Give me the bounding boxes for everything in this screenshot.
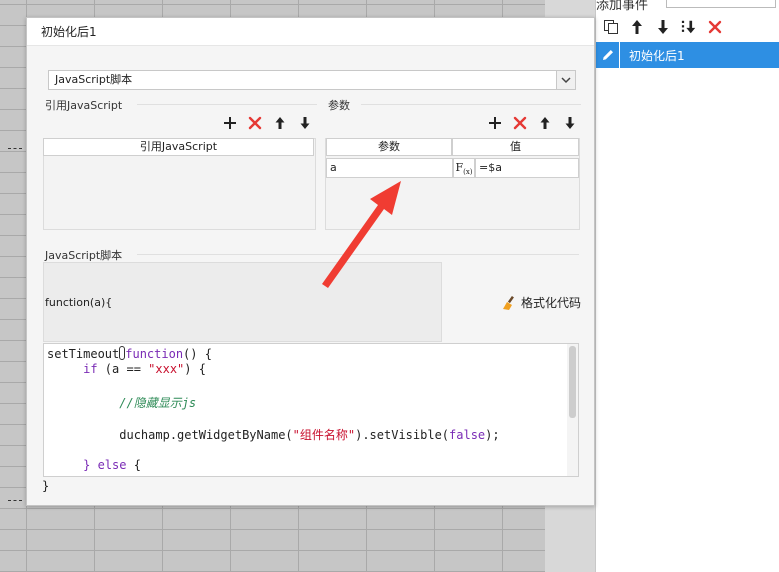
divider <box>137 104 317 105</box>
format-code-button[interactable]: 格式化代码 <box>501 294 581 311</box>
code-token: if <box>83 362 98 376</box>
param-name-cell[interactable]: a <box>326 158 453 178</box>
add-event-dropdown[interactable] <box>666 0 776 8</box>
code-token: ).setVisible( <box>355 428 450 442</box>
scrollbar-thumb[interactable] <box>569 346 576 418</box>
pencil-icon[interactable] <box>596 42 620 68</box>
delete-icon[interactable] <box>512 115 528 131</box>
code-editor[interactable]: setTimeout function() { if (a == "xxx") {… <box>43 343 579 477</box>
chevron-down-icon[interactable] <box>556 71 575 89</box>
events-panel-title: 添加事件 <box>596 0 649 12</box>
add-icon[interactable] <box>222 115 238 131</box>
ref-js-toolbar <box>222 115 313 131</box>
param-value-cell[interactable]: =$a <box>475 158 579 178</box>
function-closing-brace: } <box>42 479 50 493</box>
events-toolbar <box>596 12 779 42</box>
value-column-header: 值 <box>452 138 579 156</box>
code-token: duchamp.getWidgetByName( <box>47 428 293 442</box>
code-line: setTimeout function() { <box>47 346 212 361</box>
code-token: ) { <box>184 362 206 376</box>
function-signature: function(a){ <box>45 296 113 309</box>
code-token: setTimeout <box>47 347 120 361</box>
move-up-icon[interactable] <box>629 18 645 36</box>
code-token: false <box>449 428 486 442</box>
copy-icon[interactable] <box>603 18 619 36</box>
ref-js-section-label: 引用JavaScript <box>45 99 123 112</box>
code-line: } else { <box>47 458 141 472</box>
add-icon[interactable] <box>487 115 503 131</box>
code-token: (a == <box>97 362 149 376</box>
code-token: } else <box>83 458 127 472</box>
code-token: function <box>125 347 184 361</box>
code-token: ); <box>485 428 500 442</box>
script-type-value: JavaScript脚本 <box>55 73 133 86</box>
move-up-icon[interactable] <box>537 115 553 131</box>
script-type-select[interactable]: JavaScript脚本 <box>48 70 576 90</box>
format-code-label: 格式化代码 <box>521 296 582 310</box>
code-token: { <box>126 458 141 472</box>
script-section-label: JavaScript脚本 <box>45 249 123 262</box>
event-item-label: 初始化后1 <box>629 48 685 63</box>
params-toolbar <box>487 115 578 131</box>
divider <box>137 254 579 255</box>
move-to-bottom-icon[interactable] <box>681 18 697 36</box>
delete-icon[interactable] <box>707 18 723 36</box>
page-break-marker <box>8 148 22 149</box>
page-break-marker <box>8 500 22 501</box>
code-line: //隐藏显示js <box>47 394 196 411</box>
events-panel-header: 添加事件 <box>596 0 779 12</box>
broom-icon <box>503 295 514 310</box>
code-token: "xxx" <box>148 362 185 376</box>
formula-icon[interactable]: F(x) <box>453 158 475 178</box>
function-signature-box: function(a){ <box>43 262 442 342</box>
code-token: () { <box>183 347 212 361</box>
move-up-icon[interactable] <box>272 115 288 131</box>
move-down-icon[interactable] <box>562 115 578 131</box>
move-down-icon[interactable] <box>297 115 313 131</box>
divider <box>361 104 581 105</box>
delete-icon[interactable] <box>247 115 263 131</box>
dialog-title: 初始化后1 <box>27 18 594 46</box>
move-down-icon[interactable] <box>655 18 671 36</box>
code-token: //隐藏显示js <box>119 396 197 410</box>
event-editor-dialog: 初始化后1 JavaScript脚本 引用JavaScript 引用JavaSc… <box>26 17 595 506</box>
event-list-item[interactable]: 初始化后1 <box>596 42 779 68</box>
code-scrollbar[interactable] <box>567 344 578 476</box>
code-line: if (a == "xxx") { <box>47 362 206 376</box>
params-column-header: 参数 <box>326 138 452 156</box>
code-token: "组件名称" <box>292 428 356 442</box>
code-line: duchamp.getWidgetByName("组件名称").setVisib… <box>47 426 500 443</box>
ref-js-column-header: 引用JavaScript <box>43 138 314 156</box>
params-section-label: 参数 <box>328 99 350 112</box>
events-panel: 添加事件 初始化后1 <box>595 0 779 572</box>
